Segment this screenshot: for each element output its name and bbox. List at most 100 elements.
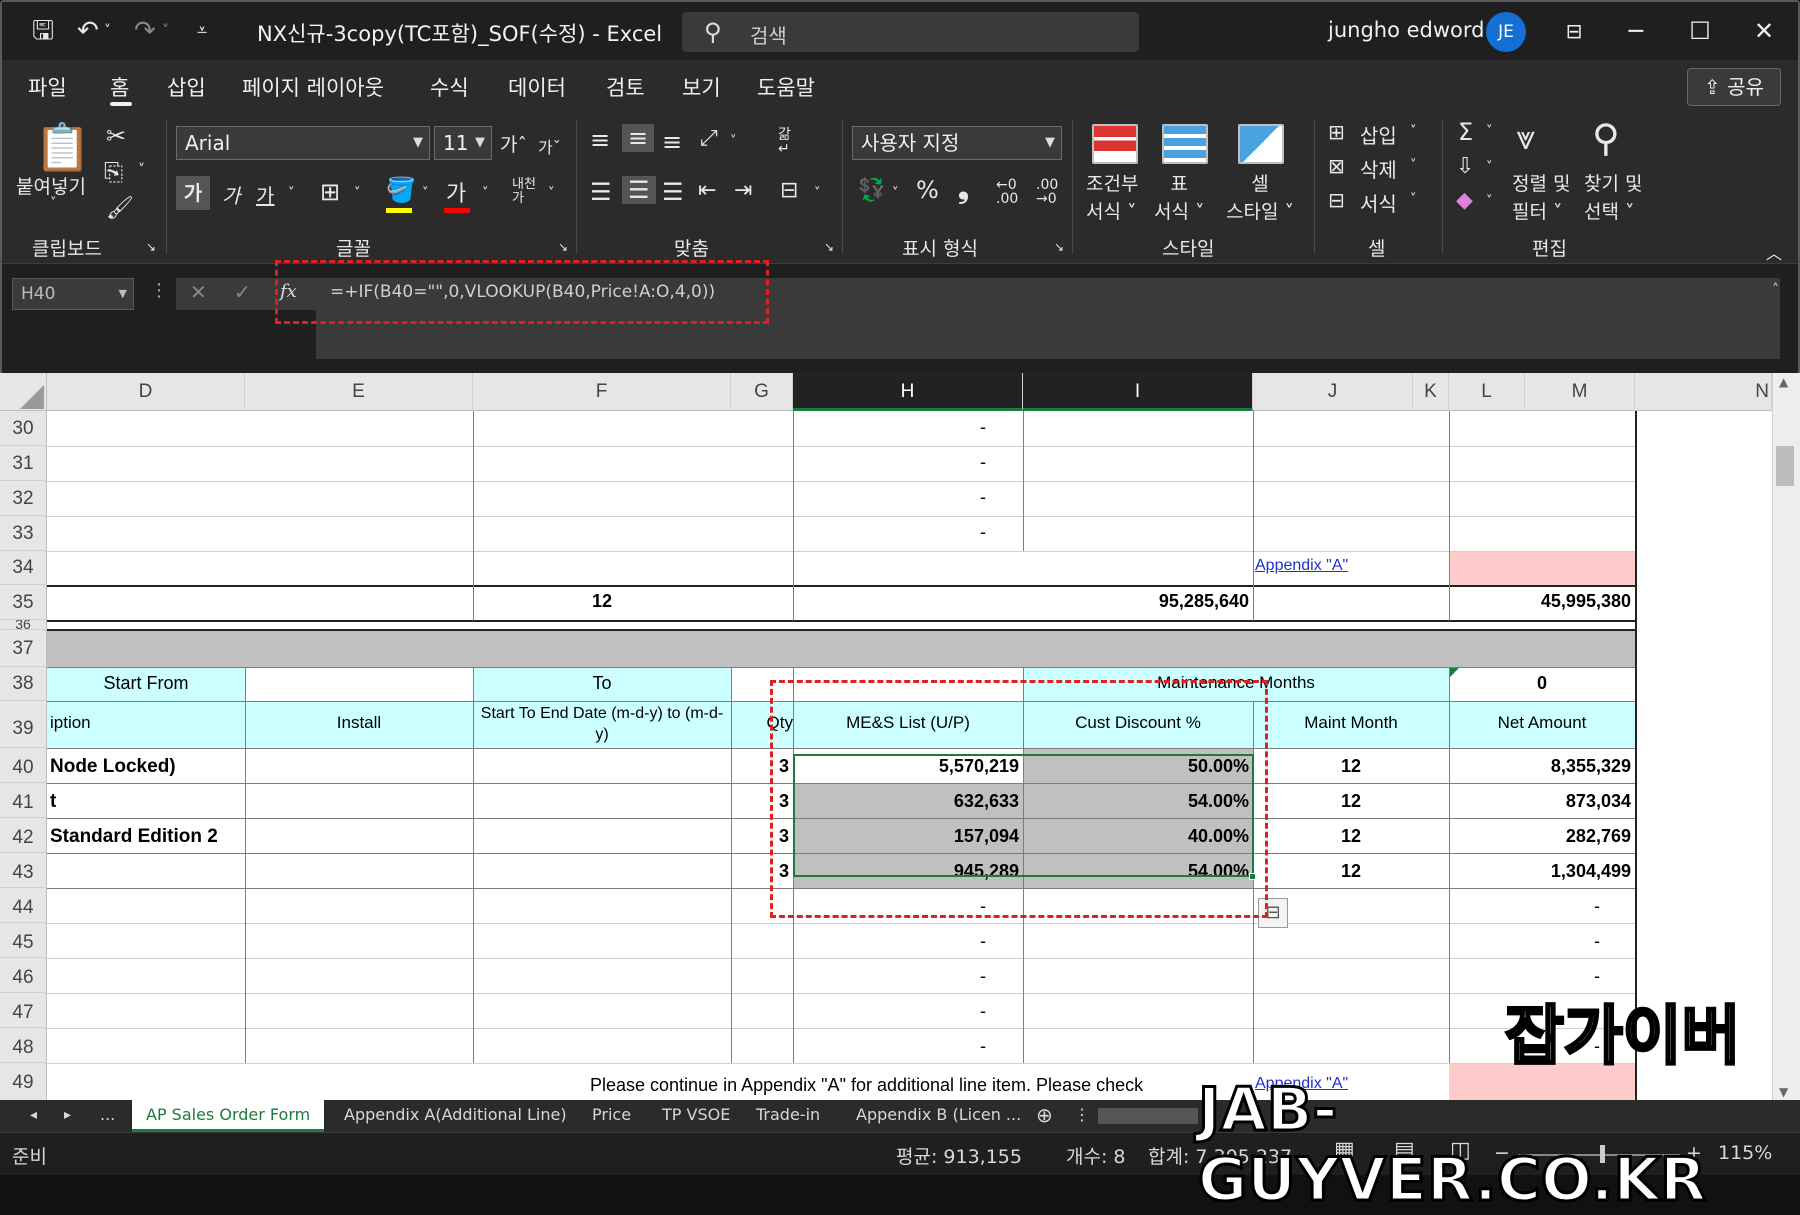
quick-analysis-icon[interactable]: ⊟ [1258, 898, 1288, 928]
cell-m38[interactable]: 0 [1449, 673, 1635, 694]
phonetic-dropdown-icon[interactable]: ˅ [548, 186, 555, 201]
cell-h47[interactable]: - [980, 1001, 986, 1022]
merge-dropdown-icon[interactable]: ˅ [814, 186, 821, 201]
cell-e39[interactable]: Install [245, 713, 473, 733]
font-shrink-icon[interactable]: 가ˇ [538, 134, 561, 158]
undo-dropdown-icon[interactable]: ˅ [104, 16, 111, 46]
name-box[interactable]: H40 ▼ [12, 278, 134, 310]
font-size-select[interactable]: 11 ▼ [434, 126, 492, 160]
paste-dropdown-icon[interactable]: ˅ [50, 196, 57, 211]
cell-g43[interactable]: 3 [731, 861, 789, 882]
comma-button[interactable]: ❟ [958, 172, 969, 206]
cell-j43[interactable]: 12 [1253, 861, 1449, 882]
save-icon[interactable]: 🖫 [32, 16, 54, 46]
sheet-tab-appendix-a[interactable]: Appendix A(Additional Line) [336, 1100, 575, 1132]
insert-cells-icon[interactable]: ⊞ [1328, 120, 1345, 144]
scroll-up-icon[interactable]: ▲ [1779, 375, 1788, 389]
sort-filter-icon[interactable]: ⩔ [1516, 118, 1535, 158]
insert-dropdown-icon[interactable]: ˅ [1410, 124, 1417, 139]
horizontal-scrollbar[interactable] [1098, 1108, 1198, 1124]
copy-dropdown-icon[interactable]: ˅ [138, 162, 145, 178]
row-header[interactable]: 31 [0, 446, 47, 481]
cell-h45[interactable]: - [980, 931, 986, 952]
row-header[interactable]: 48 [0, 1028, 47, 1063]
ribbon-display-icon[interactable]: ⊟ [1554, 14, 1594, 48]
cell-m45[interactable]: - [1594, 931, 1600, 952]
col-header-k[interactable]: K [1413, 373, 1449, 411]
sheet-tab-ap-sales-order[interactable]: AP Sales Order Form [132, 1100, 325, 1132]
tab-insert[interactable]: 삽입 [167, 72, 206, 102]
cell-f38[interactable]: To [473, 673, 731, 694]
merge-center-icon[interactable]: ⊟ [780, 178, 798, 203]
sheet-tab-tp-vsoe[interactable]: TP VSOE [654, 1100, 738, 1132]
cell-d39[interactable]: iption [50, 713, 91, 733]
cell-f35[interactable]: 12 [473, 591, 731, 612]
col-header-n[interactable]: N [1635, 373, 1772, 411]
cell-h44[interactable]: - [980, 896, 986, 917]
scrollbar-thumb[interactable] [1776, 446, 1794, 486]
row-header[interactable]: 32 [0, 481, 47, 516]
undo-icon[interactable]: ↶ [77, 16, 99, 46]
borders-icon[interactable]: ⊞ [320, 178, 340, 206]
sheet-tab-trade-in[interactable]: Trade-in [748, 1100, 828, 1132]
alignment-launcher-icon[interactable]: ↘ [824, 240, 834, 254]
cell-m43[interactable]: 1,304,499 [1449, 861, 1631, 882]
row-header[interactable]: 36 [0, 620, 47, 630]
underline-dropdown-icon[interactable]: ˅ [288, 186, 295, 201]
format-cells-button[interactable]: 서식 [1360, 188, 1397, 217]
conditional-format-icon[interactable] [1092, 124, 1138, 164]
cell-h30[interactable]: - [980, 417, 986, 438]
align-right-icon[interactable]: ☰ [662, 178, 684, 206]
autosum-dropdown-icon[interactable]: ˅ [1486, 124, 1493, 139]
cell-i41[interactable]: 54.00% [1023, 791, 1249, 812]
row-header[interactable]: 46 [0, 958, 47, 993]
format-dropdown-icon[interactable]: ˅ [1410, 192, 1417, 207]
tab-review[interactable]: 검토 [606, 72, 645, 102]
enter-icon[interactable]: ✓ [234, 280, 251, 304]
cell-g40[interactable]: 3 [731, 756, 789, 777]
row-header[interactable]: 42 [0, 818, 47, 853]
maximize-button[interactable]: ☐ [1680, 14, 1720, 48]
tab-view[interactable]: 보기 [682, 72, 721, 102]
find-select-button[interactable]: 찾기 및 선택 ˅ [1584, 170, 1642, 226]
customize-qat-icon[interactable]: ⩡ [197, 16, 207, 46]
bold-button[interactable]: 가 [176, 176, 210, 210]
align-bottom-icon[interactable]: ≡ [662, 128, 682, 156]
font-color-dropdown-icon[interactable]: ˅ [482, 186, 489, 201]
cell-i42[interactable]: 40.00% [1023, 826, 1249, 847]
cell-j40[interactable]: 12 [1253, 756, 1449, 777]
cell-h48[interactable]: - [980, 1036, 986, 1057]
align-middle-icon[interactable]: ≡ [622, 124, 655, 152]
row-header[interactable]: 38 [0, 667, 47, 701]
number-launcher-icon[interactable]: ↘ [1054, 240, 1064, 254]
fill-handle[interactable] [1249, 873, 1256, 880]
cell-g42[interactable]: 3 [731, 826, 789, 847]
cell-d40[interactable]: Node Locked) [50, 756, 176, 778]
cell-styles-button[interactable]: 셀 스타일 ˅ [1226, 170, 1294, 226]
clipboard-launcher-icon[interactable]: ↘ [146, 240, 156, 254]
autosum-button[interactable]: Σ [1458, 118, 1473, 146]
sort-filter-button[interactable]: 정렬 및 필터 ˅ [1512, 170, 1570, 226]
close-button[interactable]: ✕ [1744, 14, 1784, 48]
sheet-tab-price[interactable]: Price [584, 1100, 639, 1132]
cell-m41[interactable]: 873,034 [1449, 791, 1631, 812]
align-center-icon[interactable]: ☰ [622, 176, 656, 204]
wrap-text-icon[interactable]: 갊 ↵ [778, 128, 791, 156]
more-sheets-icon[interactable]: ... [92, 1100, 123, 1132]
currency-dropdown-icon[interactable]: ˅ [892, 186, 899, 201]
fill-dropdown-icon[interactable]: ˅ [1486, 160, 1493, 175]
cell-m46[interactable]: - [1594, 966, 1600, 987]
cell-i35[interactable]: 95,285,640 [1023, 591, 1249, 612]
row-header[interactable]: 37 [0, 630, 47, 667]
col-header-h[interactable]: H [793, 373, 1023, 411]
format-as-table-icon[interactable] [1162, 124, 1208, 164]
row-header[interactable]: 35 [0, 585, 47, 620]
cell-h32[interactable]: - [980, 487, 986, 508]
tab-options-icon[interactable]: ⋮ [1066, 1100, 1098, 1132]
row-header[interactable]: 40 [0, 748, 47, 783]
next-sheet-icon[interactable]: ▸ [56, 1100, 79, 1132]
cell-m35[interactable]: 45,995,380 [1449, 591, 1631, 612]
cell-d42[interactable]: Standard Edition 2 [50, 826, 218, 848]
col-header-g[interactable]: G [731, 373, 793, 411]
align-left-icon[interactable]: ☰ [590, 178, 612, 206]
